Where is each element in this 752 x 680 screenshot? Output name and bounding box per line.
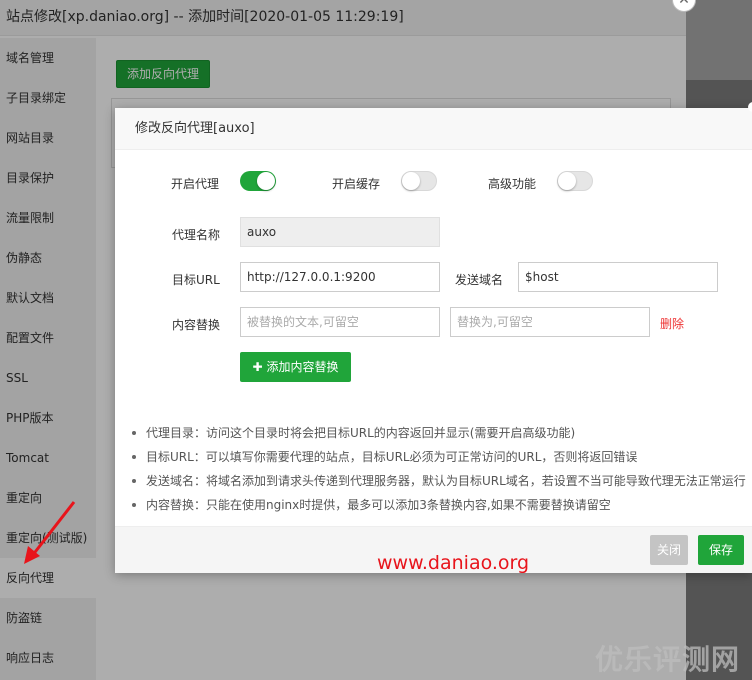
replace-from-input[interactable]: 被替换的文本,可留空 (240, 307, 440, 337)
add-content-label: 添加内容替换 (266, 360, 339, 374)
dialog-title: 修改反向代理[auxo] (115, 108, 752, 150)
replace-to-input[interactable]: 替换为,可留空 (450, 307, 650, 337)
content-replace-label: 内容替换 (172, 318, 221, 332)
target-url-input[interactable]: http://127.0.0.1:9200 (240, 262, 440, 292)
add-content-replace-button[interactable]: ✚ 添加内容替换 (240, 352, 351, 382)
enable-cache-label: 开启缓存 (332, 177, 381, 191)
bullet-icon (132, 503, 136, 507)
plus-icon: ✚ (252, 360, 263, 374)
send-domain-label: 发送域名 (455, 273, 504, 287)
target-url-label: 目标URL (172, 273, 220, 287)
delete-replace-link[interactable]: 删除 (660, 315, 684, 332)
note-text: 内容替换：只能在使用nginx时提供，最多可以添加3条替换内容,如果不需要替换请… (146, 498, 611, 512)
toggle-knob (558, 172, 576, 190)
red-arrow-icon (24, 501, 76, 564)
proxy-name-label: 代理名称 (172, 228, 221, 242)
bullet-icon (132, 479, 136, 483)
toggle-knob (257, 172, 275, 190)
enable-cache-toggle[interactable] (401, 171, 437, 191)
list-item: 内容替换：只能在使用nginx时提供，最多可以添加3条替换内容,如果不需要替换请… (130, 493, 752, 517)
advanced-label: 高级功能 (488, 177, 537, 191)
advanced-toggle[interactable] (557, 171, 593, 191)
help-notes: 代理目录：访问这个目录时将会把目标URL的内容返回并显示(需要开启高级功能) 目… (130, 421, 752, 517)
enable-proxy-toggle[interactable] (240, 171, 276, 191)
send-domain-input[interactable]: $host (518, 262, 718, 292)
note-text: 发送域名：将域名添加到请求头传递到代理服务器，默认为目标URL域名，若设置不当可… (146, 474, 746, 488)
dialog-close-icon[interactable] (748, 102, 752, 112)
toggle-knob (402, 172, 420, 190)
note-text: 代理目录：访问这个目录时将会把目标URL的内容返回并显示(需要开启高级功能) (146, 426, 576, 440)
list-item: 代理目录：访问这个目录时将会把目标URL的内容返回并显示(需要开启高级功能) (130, 421, 752, 445)
save-button[interactable]: 保存 (698, 535, 744, 565)
watermark-logo: 优乐评测网 (595, 643, 741, 676)
note-text: 目标URL：可以填写你需要代理的站点，目标URL必须为可正常访问的URL，否则将… (146, 450, 638, 464)
bullet-icon (132, 431, 136, 435)
proxy-name-input[interactable]: auxo (240, 217, 440, 247)
bullet-icon (132, 455, 136, 459)
close-button[interactable]: 关闭 (650, 535, 688, 565)
list-item: 目标URL：可以填写你需要代理的站点，目标URL必须为可正常访问的URL，否则将… (130, 445, 752, 469)
edit-proxy-dialog: 修改反向代理[auxo] 开启代理 开启缓存 高级功能 代理名称 auxo 目标… (115, 102, 752, 573)
enable-proxy-label: 开启代理 (171, 177, 220, 191)
list-item: 发送域名：将域名添加到请求头传递到代理服务器，默认为目标URL域名，若设置不当可… (130, 469, 752, 493)
watermark-url: www.daniao.org (377, 552, 530, 574)
